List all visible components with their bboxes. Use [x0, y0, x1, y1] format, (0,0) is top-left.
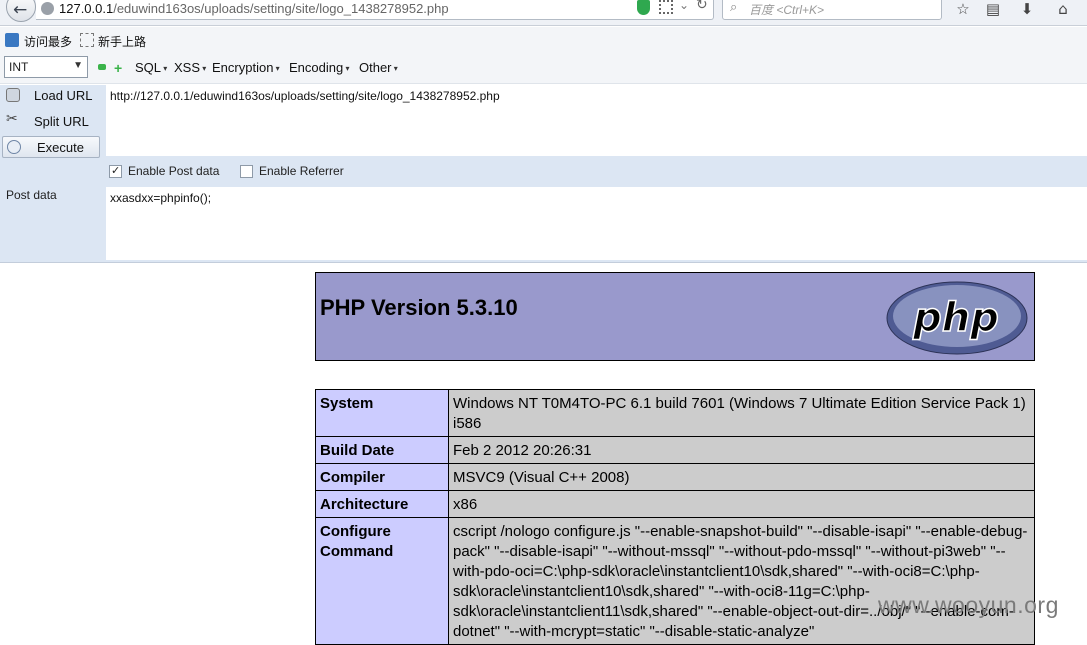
menu-xss[interactable]: XSS ▾ — [174, 60, 206, 75]
split-url-button[interactable]: ✂ Split URL — [2, 111, 100, 133]
bookmark-most-visited[interactable]: 访问最多 — [24, 33, 72, 50]
row-value: x86 — [448, 490, 1035, 518]
row-value: Windows NT T0M4TO-PC 6.1 build 7601 (Win… — [448, 389, 1035, 437]
row-key: Build Date — [315, 436, 449, 464]
row-key: Compiler — [315, 463, 449, 491]
enable-post-checkbox[interactable] — [109, 164, 122, 178]
enable-referrer-checkbox[interactable] — [240, 165, 253, 178]
search-input[interactable]: ⌕ 百度 <Ctrl+K> — [722, 0, 942, 20]
table-row: Compiler MSVC9 (Visual C++ 2008) — [315, 463, 1035, 491]
row-key: Architecture — [315, 490, 449, 518]
address-bar[interactable]: 127.0.0.1/eduwind163os/uploads/setting/s… — [36, 0, 714, 20]
type-select[interactable]: INT ▼ — [4, 56, 88, 78]
post-data-textarea[interactable]: xxasdxx=phpinfo(); — [106, 187, 1087, 260]
row-value: MSVC9 (Visual C++ 2008) — [448, 463, 1035, 491]
watermark: www.wooyun.org — [878, 592, 1059, 618]
row-value: Feb 2 2012 20:26:31 — [448, 436, 1035, 464]
chevron-down-icon[interactable]: ⌄ — [679, 0, 689, 12]
phpinfo-header: PHP Version 5.3.10 php — [315, 272, 1035, 361]
load-url-button[interactable]: Load URL — [2, 85, 100, 107]
post-data-label: Post data — [6, 188, 57, 202]
menu-encoding[interactable]: Encoding ▾ — [289, 60, 349, 75]
table-row: Configure Command cscript /nologo config… — [315, 517, 1035, 645]
back-arrow-icon: ← — [13, 0, 28, 20]
back-button[interactable]: ← — [6, 0, 36, 22]
table-row: Build Date Feb 2 2012 20:26:31 — [315, 436, 1035, 464]
enable-referrer-label: Enable Referrer — [259, 164, 344, 178]
plus-icon[interactable]: + — [114, 60, 122, 76]
menu-other[interactable]: Other ▾ — [359, 60, 398, 75]
minus-icon[interactable] — [98, 64, 106, 70]
enable-post-label: Enable Post data — [128, 164, 220, 178]
select-arrow-icon: ▼ — [73, 60, 83, 71]
play-icon — [7, 140, 21, 154]
shield-icon[interactable] — [637, 0, 650, 15]
page-title: PHP Version 5.3.10 — [320, 295, 518, 320]
search-placeholder: 百度 <Ctrl+K> — [749, 3, 825, 17]
star-icon[interactable]: ☆ — [952, 0, 974, 20]
php-logo: php — [886, 281, 1028, 355]
page-icon — [80, 33, 94, 47]
globe-icon — [41, 2, 54, 15]
browser-toolbar: ← 127.0.0.1/eduwind163os/uploads/setting… — [0, 0, 1087, 26]
hackbar-panel: Load URL ✂ Split URL Execute http://127.… — [0, 85, 1087, 263]
qr-code-icon[interactable] — [659, 0, 673, 14]
execute-button[interactable]: Execute — [2, 136, 100, 158]
search-icon: ⌕ — [730, 0, 738, 15]
bookmark-icon — [5, 33, 19, 47]
php-logo-text: php — [912, 295, 999, 341]
menu-encryption[interactable]: Encryption ▾ — [212, 60, 280, 75]
reload-icon[interactable]: ↻ — [696, 0, 708, 13]
home-icon[interactable]: ⌂ — [1052, 0, 1074, 20]
download-icon[interactable]: ⬇ — [1016, 0, 1038, 20]
table-row: System Windows NT T0M4TO-PC 6.1 build 76… — [315, 389, 1035, 437]
row-key: System — [315, 389, 449, 437]
row-value: cscript /nologo configure.js "--enable-s… — [448, 517, 1035, 645]
url-path: /eduwind163os/uploads/setting/site/logo_… — [113, 1, 449, 16]
hackbar-toolbar: INT ▼ + SQL ▾ XSS ▾ Encryption ▾ Encoding… — [0, 54, 1087, 84]
url-textarea[interactable]: http://127.0.0.1/eduwind163os/uploads/se… — [106, 85, 1087, 156]
row-key: Configure Command — [315, 517, 449, 645]
table-row: Architecture x86 — [315, 490, 1035, 518]
load-icon — [6, 88, 20, 102]
url-host: 127.0.0.1 — [59, 1, 114, 16]
reading-list-icon[interactable]: ▤ — [982, 0, 1004, 20]
scissors-icon: ✂ — [6, 111, 18, 127]
menu-sql[interactable]: SQL ▾ — [135, 60, 167, 75]
bookmarks-bar: 访问最多 新手上路 — [0, 27, 1087, 54]
bookmark-getting-started[interactable]: 新手上路 — [98, 33, 146, 50]
